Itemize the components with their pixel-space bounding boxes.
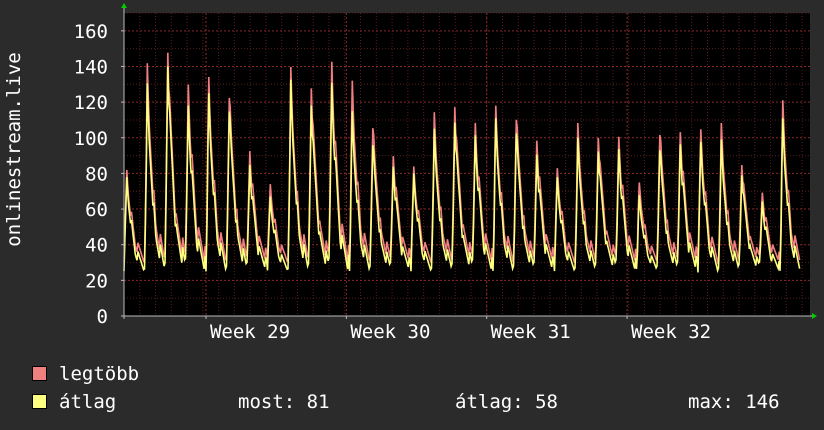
legend-item-max: legtöbb — [32, 363, 139, 385]
y-tick-label: 120 — [74, 92, 108, 114]
y-tick-label: 20 — [85, 270, 108, 292]
y-axis-label: onlinestream.live — [3, 52, 25, 246]
y-tick-label: 140 — [74, 56, 108, 78]
stat-maximum: max: 146 — [688, 391, 780, 413]
y-tick-label: 100 — [74, 128, 108, 150]
avg-swatch — [32, 394, 47, 409]
legend-label-max: legtöbb — [59, 363, 140, 385]
y-tick-label: 40 — [85, 235, 108, 257]
y-tick-label: 80 — [85, 163, 108, 185]
y-tick-label: 60 — [85, 199, 108, 221]
x-tick-label: Week 32 — [631, 321, 711, 343]
stat-average: átlag: 58 — [455, 391, 558, 413]
max-swatch — [32, 366, 47, 381]
x-tick-label: Week 29 — [210, 321, 290, 343]
y-tick-label: 0 — [97, 306, 108, 328]
stat-current: most: 81 — [238, 391, 330, 413]
y-tick-label: 160 — [74, 21, 108, 43]
legend-label-avg: átlag — [59, 391, 117, 413]
x-tick-label: Week 31 — [491, 321, 571, 343]
legend-item-avg: átlag — [32, 391, 116, 413]
x-axis-arrow — [812, 313, 817, 319]
x-tick-label: Week 30 — [350, 321, 430, 343]
y-axis-arrow — [121, 3, 127, 8]
